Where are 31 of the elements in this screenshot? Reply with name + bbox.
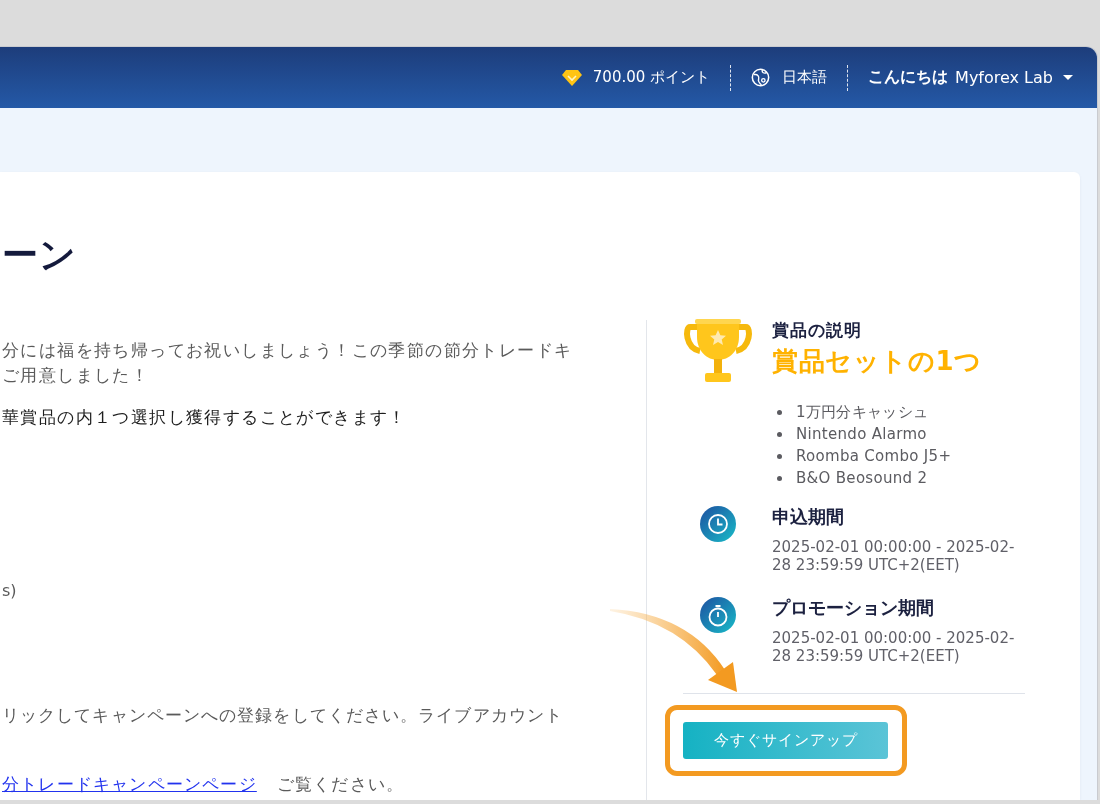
period-title: 申込期間 [772, 505, 844, 529]
points-balance: 700.00 ポイント [592, 68, 711, 87]
greeting-text: こんにちは [868, 67, 949, 88]
bullet-icon [777, 409, 782, 415]
text-fragment: s) [2, 580, 17, 602]
period-title: プロモーション期間 [772, 596, 934, 620]
prize-note-text: 華賞品の内１つ選択し獲得することができます！ [2, 406, 407, 429]
caret-icon [1063, 75, 1073, 80]
stopwatch-icon [700, 597, 736, 633]
intro-text: ご用意しました！ [2, 364, 150, 387]
period-range: 2025-02-01 00:00:00 - 2025-02-28 23:59:59 UTC+2(EET) [772, 538, 1016, 574]
link-suffix-text: ご覧ください。 [276, 773, 405, 796]
prize-item: Roomba Combo J5+ [796, 447, 952, 465]
instruction-text: リックしてキャンペーンへの登録をしてください。ライブアカウント [2, 704, 564, 727]
prize-item: Nintendo Alarmo [796, 425, 927, 443]
clock-icon [700, 506, 736, 542]
intro-text: 分には福を持ち帰ってお祝いしましょう！この季節の節分トレードキ [2, 339, 573, 362]
language-selector[interactable]: 日本語 [751, 68, 828, 87]
bullet-icon [777, 453, 782, 459]
campaign-page-link[interactable]: 分トレードキャンペーンページ [2, 772, 257, 797]
bullet-icon [777, 475, 782, 481]
diamond-icon [561, 69, 582, 86]
campaign-title: ーン [2, 233, 77, 277]
prize-item: 1万円分キャッシュ [796, 402, 929, 422]
user-menu-button[interactable]: Myforex Lab [955, 68, 1073, 87]
prize-item: B&O Beosound 2 [796, 469, 928, 487]
prize-description-label: 賞品の説明 [772, 319, 862, 341]
prize-headline: 賞品セットの1つ [772, 345, 982, 377]
period-range: 2025-02-01 00:00:00 - 2025-02-28 23:59:59 UTC+2(EET) [772, 629, 1016, 665]
globe-icon [751, 68, 771, 87]
bullet-icon [777, 431, 782, 437]
